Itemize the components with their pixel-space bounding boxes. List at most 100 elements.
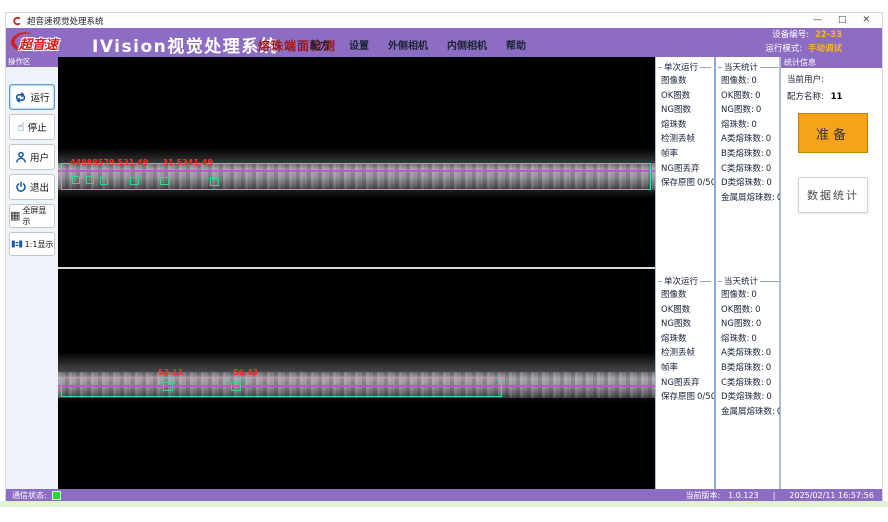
stat-row: 保存原图0/500 <box>656 176 714 191</box>
stop-button[interactable]: ☝ 停止 <box>9 114 55 140</box>
one-to-one-icon <box>11 238 23 250</box>
one-to-one-button-label: 1:1显示 <box>25 239 54 250</box>
stat-row: OK图数 <box>656 89 714 104</box>
stat-row: A类熔珠数:0 <box>716 346 782 361</box>
device-number-value: 22-33 <box>815 30 842 40</box>
stat-row: 帧率 <box>656 147 714 162</box>
stat-row: NG图丢弃 <box>656 162 714 177</box>
menu-item-help[interactable]: 帮助 <box>506 37 526 52</box>
stats-panel-bottom: 单次运行 图像数 OK图数 NG图数 熔珠数 检测丢帧 帧率 NG图丢弃 保存原… <box>655 267 780 489</box>
stat-row: C类熔珠数:0 <box>716 376 782 391</box>
feature-box <box>231 382 241 391</box>
desktop-strip <box>0 501 888 507</box>
feature-box <box>100 177 108 185</box>
app-icon <box>12 16 22 26</box>
device-number-label: 设备编号: <box>772 30 809 40</box>
stat-row: 熔珠数 <box>656 332 714 347</box>
stat-row: D类熔珠数:0 <box>716 390 782 405</box>
stat-row: 金属屑熔珠数:0 <box>716 405 782 420</box>
user-button-label: 用户 <box>30 150 49 164</box>
stat-row: 熔珠数:0 <box>716 332 782 347</box>
detection-box-bottom <box>61 377 502 397</box>
stat-row: OK图数:0 <box>716 303 782 318</box>
group-header: 当天统计 <box>716 60 782 74</box>
info-panel-title: 统计信息 <box>781 57 882 68</box>
close-button[interactable]: ✕ <box>862 13 870 28</box>
sync-icon <box>14 91 27 104</box>
single-run-column: 单次运行 图像数 OK图数 NG图数 熔珠数 检测丢帧 帧率 NG图丢弃 保存原… <box>656 267 716 489</box>
prepare-button[interactable]: 准备 <box>798 113 868 153</box>
fullscreen-icon: ▦ <box>10 210 20 222</box>
stat-row: C类熔珠数:0 <box>716 162 782 177</box>
data-statistics-button[interactable]: 数据统计 <box>798 177 868 213</box>
feature-box <box>160 177 169 185</box>
menu-item-settings[interactable]: 设置 <box>349 37 369 52</box>
feature-box <box>163 382 173 391</box>
header: 超音速 IVision视觉处理系统 熔珠端面检测 配方 设置 外侧相机 内侧相机… <box>6 28 882 57</box>
feature-box <box>130 177 139 185</box>
stat-row: 熔珠数:0 <box>716 118 782 133</box>
user-button[interactable]: 用户 <box>9 144 55 170</box>
status-bar: 通信状态: 当前版本: 1.0.123 | 2025/02/11 16:57:5… <box>6 489 882 501</box>
stat-row: 熔珠数 <box>656 118 714 133</box>
run-mode-label: 运行模式: <box>765 44 802 54</box>
measurement-value: 56.43 <box>233 368 258 377</box>
stat-row: 检测丢帧 <box>656 132 714 147</box>
menu-item-inner-camera[interactable]: 内侧相机 <box>447 37 487 52</box>
stop-button-label: 停止 <box>28 120 47 134</box>
exit-button-label: 退出 <box>30 180 49 194</box>
stat-row: B类熔珠数:0 <box>716 147 782 162</box>
sidebar: 操作区 运行 ☝ 停止 用户 退出 ▦ <box>6 57 59 489</box>
one-to-one-button[interactable]: 1:1显示 <box>9 232 55 256</box>
current-user-label: 当前用户: <box>787 75 824 85</box>
comm-status-label: 通信状态: <box>12 490 47 501</box>
detection-box-top <box>61 163 651 190</box>
group-header: 单次运行 <box>656 60 714 74</box>
power-icon <box>15 181 27 193</box>
stat-row: 金属屑熔珠数:0 <box>716 191 782 206</box>
stat-row: OK图数:0 <box>716 89 782 104</box>
menu-bar: 配方 设置 外侧相机 内侧相机 帮助 <box>310 37 526 52</box>
single-run-column: 单次运行 图像数 OK图数 NG图数 熔珠数 检测丢帧 帧率 NG图丢弃 保存原… <box>656 57 716 267</box>
app-name: IVision视觉处理系统 <box>92 32 278 57</box>
stat-row: D类熔珠数:0 <box>716 176 782 191</box>
menu-item-outer-camera[interactable]: 外侧相机 <box>388 37 428 52</box>
stat-row: 检测丢帧 <box>656 346 714 361</box>
stat-row: 帧率 <box>656 361 714 376</box>
today-stats-column: 当天统计 图像数:0 OK图数:0 NG图数:0 熔珠数:0 A类熔珠数:0 B… <box>716 267 782 489</box>
today-stats-column: 当天统计 图像数:0 OK图数:0 NG图数:0 熔珠数:0 A类熔珠数:0 B… <box>716 57 782 267</box>
recipe-name-value: 11 <box>831 92 843 102</box>
fullscreen-button[interactable]: ▦ 全屏显示 <box>9 204 55 228</box>
user-icon <box>15 151 27 163</box>
run-mode-value: 手动调试 <box>808 44 842 54</box>
separator: | <box>773 491 776 500</box>
run-button[interactable]: 运行 <box>9 84 55 110</box>
hand-icon: ☝ <box>17 121 24 133</box>
feature-box <box>86 176 94 184</box>
stat-row: A类熔珠数:0 <box>716 132 782 147</box>
version-label: 当前版本: <box>685 490 720 501</box>
stat-row: 图像数 <box>656 74 714 89</box>
exit-button[interactable]: 退出 <box>9 174 55 200</box>
stat-row: NG图数:0 <box>716 103 782 118</box>
maximize-button[interactable]: □ <box>838 13 847 28</box>
stat-row: NG图数 <box>656 103 714 118</box>
group-header: 当天统计 <box>716 274 782 288</box>
stat-row: 图像数 <box>656 288 714 303</box>
stats-panel-top: 单次运行 图像数 OK图数 NG图数 熔珠数 检测丢帧 帧率 NG图丢弃 保存原… <box>655 57 780 267</box>
titlebar: 超音速视觉处理系统 — □ ✕ <box>6 13 882 28</box>
feature-box <box>72 176 80 184</box>
measurement-value: 31.5341.49 <box>162 158 213 167</box>
group-header: 单次运行 <box>656 274 714 288</box>
menu-item-recipe[interactable]: 配方 <box>310 37 330 52</box>
comm-status-indicator <box>52 491 61 500</box>
version-value: 1.0.123 <box>728 491 759 500</box>
sidebar-title: 操作区 <box>6 57 58 67</box>
stat-row: NG图丢弃 <box>656 376 714 391</box>
version-info: 当前版本: 1.0.123 | 2025/02/11 16:57:56 <box>685 490 874 501</box>
stat-row: OK图数 <box>656 303 714 318</box>
minimize-button[interactable]: — <box>813 13 822 28</box>
recipe-name-row: 配方名称: 11 <box>781 85 882 102</box>
logo-text: 超音速 <box>19 34 58 53</box>
stat-row: B类熔珠数:0 <box>716 361 782 376</box>
